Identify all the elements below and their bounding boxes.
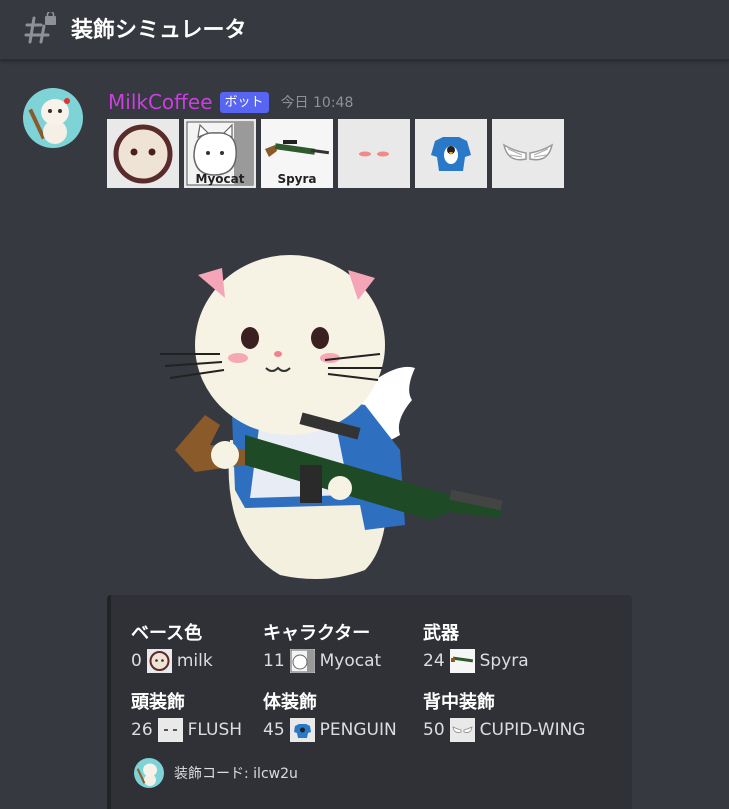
decoration-thumbnails: Myocat Spyra xyxy=(107,119,564,188)
body-decoration-thumbnail[interactable] xyxy=(415,119,487,188)
field-label: FLUSH xyxy=(187,720,243,740)
field-label: CUPID-WING xyxy=(479,720,586,740)
decoration-code: 装飾コード: ilcw2u xyxy=(174,766,298,782)
body-decoration-mini-icon xyxy=(289,718,315,742)
embed-footer: 装飾コード: ilcw2u xyxy=(134,758,298,788)
bot-badge: ボット xyxy=(219,91,269,113)
back-decoration-thumbnail[interactable] xyxy=(492,119,564,188)
field-value-back-decoration: 50 CUPID-WING xyxy=(423,718,585,742)
back-decoration-mini-icon xyxy=(449,718,475,742)
field-value-weapon: 24 Spyra xyxy=(423,649,529,673)
character-mini-icon xyxy=(289,649,315,673)
username[interactable]: MilkCoffee xyxy=(108,90,213,114)
head-decoration-thumbnail[interactable] xyxy=(338,119,410,188)
bot-avatar[interactable] xyxy=(23,88,83,148)
field-title-base-color: ベース色 xyxy=(131,623,203,644)
head-decoration-mini-icon xyxy=(157,718,183,742)
decoration-embed: ベース色 0 milk キャラクター 11 Myocat 武器 24 Spyra… xyxy=(107,595,632,809)
base-color-mini-icon xyxy=(146,649,172,673)
channel-name: 装飾シミュレータ xyxy=(71,18,247,43)
weapon-thumbnail[interactable]: Spyra xyxy=(261,119,333,188)
field-value-character: 11 Myocat xyxy=(263,649,381,673)
field-title-head-decoration: 頭装飾 xyxy=(131,692,185,713)
character-preview-image[interactable] xyxy=(150,250,510,590)
channel-header: 装飾シミュレータ xyxy=(0,0,729,60)
field-title-body-decoration: 体装飾 xyxy=(263,692,317,713)
hashtag-lock-icon xyxy=(24,12,56,44)
field-label: milk xyxy=(176,651,213,671)
field-label: Spyra xyxy=(479,651,529,671)
field-label: PENGUIN xyxy=(319,720,397,740)
timestamp: 今日 10:48 xyxy=(280,95,354,111)
field-title-weapon: 武器 xyxy=(423,623,459,644)
character-thumbnail-label: Myocat xyxy=(195,172,245,186)
message-header: MilkCoffee ボット 今日 10:48 xyxy=(108,88,353,116)
field-number: 45 xyxy=(263,720,285,740)
field-number: 11 xyxy=(263,651,285,671)
field-value-body-decoration: 45 PENGUIN xyxy=(263,718,397,742)
field-number: 24 xyxy=(423,651,445,671)
field-title-character: キャラクター xyxy=(263,623,371,644)
field-number: 0 xyxy=(131,651,142,671)
field-number: 26 xyxy=(131,720,153,740)
weapon-mini-icon xyxy=(449,649,475,673)
weapon-thumbnail-label: Spyra xyxy=(277,172,317,186)
field-value-head-decoration: 26 FLUSH xyxy=(131,718,242,742)
field-label: Myocat xyxy=(319,651,382,671)
character-thumbnail[interactable]: Myocat xyxy=(184,119,256,188)
base-color-thumbnail[interactable] xyxy=(107,119,179,188)
footer-avatar xyxy=(134,758,164,788)
field-value-base-color: 0 milk xyxy=(131,649,213,673)
field-title-back-decoration: 背中装飾 xyxy=(423,692,495,713)
field-number: 50 xyxy=(423,720,445,740)
